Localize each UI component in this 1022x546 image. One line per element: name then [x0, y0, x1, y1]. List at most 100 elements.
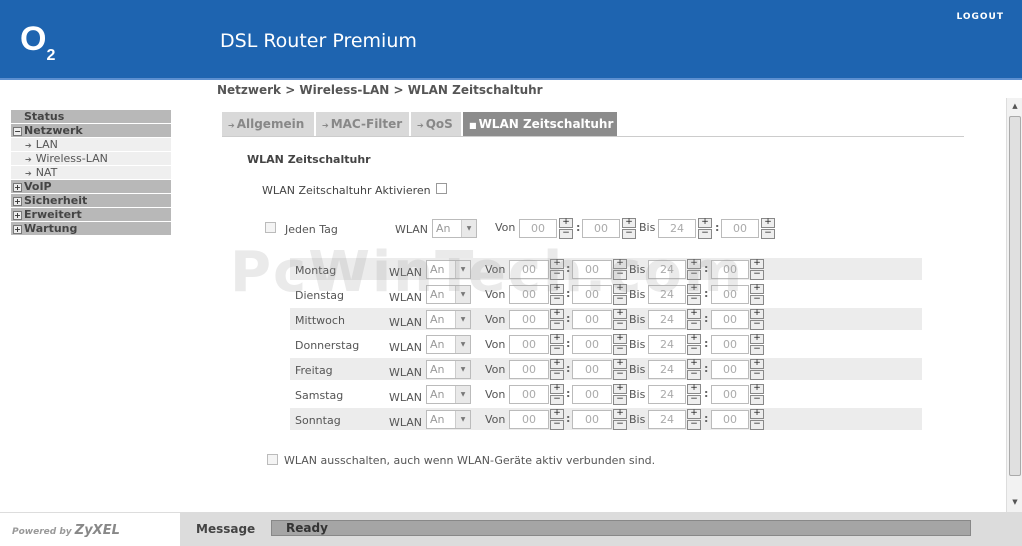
minus-icon[interactable]: − [613, 295, 627, 305]
bis-minute-stepper[interactable]: + − [750, 309, 764, 330]
activate-checkbox[interactable] [435, 182, 447, 194]
day-bis-minute[interactable]: 00 [711, 360, 749, 379]
minus-icon[interactable]: − [750, 345, 764, 355]
minus-icon[interactable]: − [550, 270, 564, 280]
day-wlan-select[interactable]: An ▼ [426, 260, 471, 279]
von-minute-stepper[interactable]: + − [613, 384, 627, 405]
bis-minute-stepper[interactable]: + − [750, 384, 764, 405]
von-hour-stepper[interactable]: + − [550, 309, 564, 330]
plus-icon[interactable]: + [613, 359, 627, 369]
day-von-minute[interactable]: 00 [572, 360, 612, 379]
tab-allgemein[interactable]: ➔ Allgemein [222, 112, 314, 136]
minus-icon[interactable]: − [622, 229, 636, 239]
plus-icon[interactable]: + [550, 334, 564, 344]
plus-icon[interactable]: + [613, 284, 627, 294]
day-bis-hour[interactable]: 24 [648, 385, 686, 404]
day-von-hour[interactable]: 00 [509, 385, 549, 404]
day-bis-hour[interactable]: 24 [648, 335, 686, 354]
minus-icon[interactable]: − [613, 320, 627, 330]
minus-icon[interactable]: − [613, 420, 627, 430]
plus-icon[interactable]: + [687, 309, 701, 319]
disable-checkbox[interactable] [267, 453, 278, 465]
collapse-icon[interactable]: − [13, 127, 22, 136]
minus-icon[interactable]: − [687, 420, 701, 430]
plus-icon[interactable]: + [550, 384, 564, 394]
day-wlan-select[interactable]: An ▼ [426, 385, 471, 404]
minus-icon[interactable]: − [613, 345, 627, 355]
jeden-tag-bis-minute[interactable]: 00 [721, 219, 759, 238]
plus-icon[interactable]: + [750, 334, 764, 344]
plus-icon[interactable]: + [550, 359, 564, 369]
tab-qos[interactable]: ➔ QoS [411, 112, 461, 136]
day-von-minute[interactable]: 00 [572, 260, 612, 279]
plus-icon[interactable]: + [687, 384, 701, 394]
jeden-tag-wlan-select[interactable]: An ▼ [432, 219, 477, 238]
plus-icon[interactable]: + [750, 284, 764, 294]
plus-icon[interactable]: + [559, 218, 573, 228]
day-von-minute[interactable]: 00 [572, 335, 612, 354]
scroll-up-icon[interactable]: ▲ [1009, 100, 1021, 112]
minus-icon[interactable]: − [613, 270, 627, 280]
bis-minute-stepper[interactable]: + − [750, 259, 764, 280]
day-bis-hour[interactable]: 24 [648, 410, 686, 429]
von-minute-stepper[interactable]: + − [613, 284, 627, 305]
plus-icon[interactable]: + [550, 259, 564, 269]
day-von-minute[interactable]: 00 [572, 410, 612, 429]
day-von-minute[interactable]: 00 [572, 285, 612, 304]
minus-icon[interactable]: − [550, 370, 564, 380]
plus-icon[interactable]: + [550, 409, 564, 419]
bis-hour-stepper[interactable]: + − [687, 259, 701, 280]
plus-icon[interactable]: + [750, 259, 764, 269]
bis-hour-stepper[interactable]: + − [687, 359, 701, 380]
bis-hour-stepper[interactable]: + − [687, 409, 701, 430]
minus-icon[interactable]: − [613, 370, 627, 380]
von-hour-stepper[interactable]: + − [550, 334, 564, 355]
day-bis-minute[interactable]: 00 [711, 285, 749, 304]
day-bis-minute[interactable]: 00 [711, 410, 749, 429]
bis-minute-stepper[interactable]: + − [750, 359, 764, 380]
minus-icon[interactable]: − [687, 270, 701, 280]
day-bis-minute[interactable]: 00 [711, 385, 749, 404]
day-von-hour[interactable]: 00 [509, 310, 549, 329]
day-bis-hour[interactable]: 24 [648, 310, 686, 329]
day-wlan-select[interactable]: An ▼ [426, 410, 471, 429]
plus-icon[interactable]: + [613, 309, 627, 319]
von-hour-stepper[interactable]: + − [550, 259, 564, 280]
plus-icon[interactable]: + [750, 409, 764, 419]
minus-icon[interactable]: − [687, 295, 701, 305]
von-hour-stepper[interactable]: + − [559, 218, 573, 239]
plus-icon[interactable]: + [622, 218, 636, 228]
logout-link[interactable]: LOGOUT [956, 12, 1004, 22]
von-hour-stepper[interactable]: + − [550, 409, 564, 430]
plus-icon[interactable]: + [750, 309, 764, 319]
minus-icon[interactable]: − [613, 395, 627, 405]
bis-minute-stepper[interactable]: + − [750, 409, 764, 430]
plus-icon[interactable]: + [750, 384, 764, 394]
day-bis-minute[interactable]: 00 [711, 260, 749, 279]
bis-hour-stepper[interactable]: + − [687, 309, 701, 330]
minus-icon[interactable]: − [687, 370, 701, 380]
bis-hour-stepper[interactable]: + − [687, 334, 701, 355]
von-minute-stepper[interactable]: + − [613, 359, 627, 380]
minus-icon[interactable]: − [550, 395, 564, 405]
sidebar-item-sicherheit[interactable]: + Sicherheit [11, 194, 171, 208]
plus-icon[interactable]: + [687, 359, 701, 369]
sidebar-item-erweitert[interactable]: + Erweitert [11, 208, 171, 222]
scroll-down-icon[interactable]: ▼ [1009, 496, 1021, 508]
tab-wlan-zeitschaltuhr[interactable]: ■ WLAN Zeitschaltuhr [463, 112, 617, 136]
plus-icon[interactable]: + [687, 409, 701, 419]
bis-hour-stepper[interactable]: + − [687, 284, 701, 305]
expand-icon[interactable]: + [13, 183, 22, 192]
minus-icon[interactable]: − [550, 345, 564, 355]
von-hour-stepper[interactable]: + − [550, 284, 564, 305]
day-von-minute[interactable]: 00 [572, 310, 612, 329]
day-bis-minute[interactable]: 00 [711, 310, 749, 329]
von-hour-stepper[interactable]: + − [550, 359, 564, 380]
plus-icon[interactable]: + [687, 334, 701, 344]
plus-icon[interactable]: + [550, 284, 564, 294]
minus-icon[interactable]: − [698, 229, 712, 239]
bis-minute-stepper[interactable]: + − [761, 218, 775, 239]
day-von-hour[interactable]: 00 [509, 260, 549, 279]
plus-icon[interactable]: + [613, 384, 627, 394]
plus-icon[interactable]: + [761, 218, 775, 228]
